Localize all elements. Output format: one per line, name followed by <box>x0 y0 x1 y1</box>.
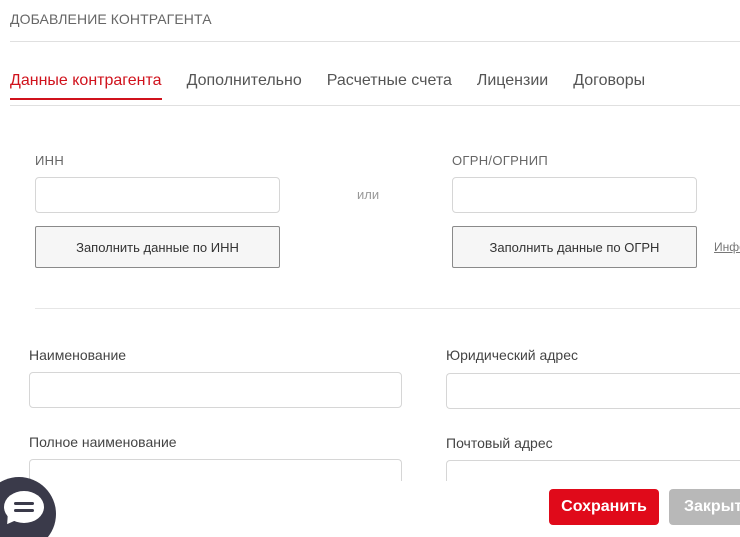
chat-line-bottom <box>14 509 34 512</box>
section-divider <box>35 308 740 309</box>
tab-additional[interactable]: Дополнительно <box>187 72 302 100</box>
postal-address-label: Почтовый адрес <box>446 435 553 451</box>
tab-bar: Данные контрагента Дополнительно Расчетн… <box>10 72 670 100</box>
save-button[interactable]: Сохранить <box>549 489 659 525</box>
info-link[interactable]: Инфо <box>714 240 740 254</box>
ogrn-label: ОГРН/ОГРНИП <box>452 153 549 168</box>
inn-label: ИНН <box>35 153 65 168</box>
or-separator: или <box>357 187 380 202</box>
chat-widget-button[interactable] <box>0 477 56 537</box>
ogrn-input[interactable] <box>452 177 697 213</box>
legal-address-label: Юридический адрес <box>446 347 579 363</box>
tabs-divider <box>10 105 740 106</box>
fill-by-inn-button[interactable]: Заполнить данные по ИНН <box>35 226 280 268</box>
full-name-input[interactable] <box>29 459 402 481</box>
name-input[interactable] <box>29 372 402 408</box>
header-divider <box>10 41 740 42</box>
fill-by-ogrn-button[interactable]: Заполнить данные по ОГРН <box>452 226 697 268</box>
close-button[interactable]: Закрыть <box>669 489 740 525</box>
tab-bank-accounts[interactable]: Расчетные счета <box>327 72 452 100</box>
tab-contracts[interactable]: Договоры <box>573 72 645 100</box>
chat-line-top <box>14 502 34 505</box>
tab-licenses[interactable]: Лицензии <box>477 72 548 100</box>
inn-input[interactable] <box>35 177 280 213</box>
full-name-label: Полное наименование <box>29 434 177 450</box>
name-label: Наименование <box>29 347 127 363</box>
tab-counterparty-data[interactable]: Данные контрагента <box>10 72 162 100</box>
postal-address-input[interactable] <box>446 460 740 481</box>
page-title: ДОБАВЛЕНИЕ КОНТРАГЕНТА <box>10 11 212 27</box>
legal-address-input[interactable] <box>446 373 740 409</box>
